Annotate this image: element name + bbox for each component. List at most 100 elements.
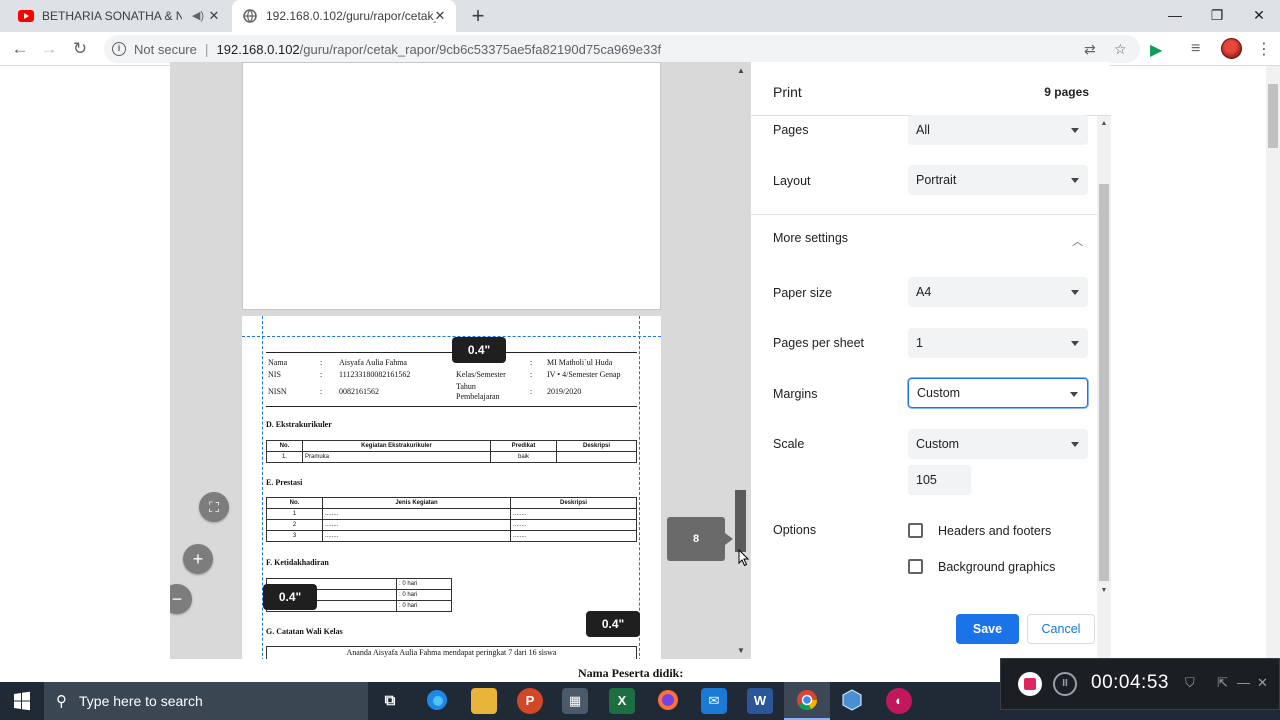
scroll-down-arrow-icon[interactable]: ▼ xyxy=(1097,587,1111,594)
reload-icon[interactable]: ↻ xyxy=(66,36,94,62)
close-tab-icon[interactable]: ✕ xyxy=(206,8,222,24)
pages-select[interactable]: All xyxy=(908,115,1088,145)
table-cell: baik xyxy=(490,451,557,463)
tab-title: 192.168.0.102/guru/rapor/cetak_ xyxy=(266,9,436,23)
pause-record-button[interactable]: II xyxy=(1053,672,1077,696)
panel-scroll-thumb[interactable] xyxy=(1099,184,1109,581)
file-explorer-icon[interactable] xyxy=(471,688,497,714)
url-host: 192.168.0.102 xyxy=(216,41,300,57)
paper-size-label: Paper size xyxy=(773,286,833,300)
close-window-icon[interactable]: ✕ xyxy=(1236,0,1280,30)
page-scrollbar[interactable] xyxy=(1266,66,1280,660)
table-cell xyxy=(556,451,637,463)
media-control-icon[interactable]: ≡ xyxy=(1191,40,1200,58)
table-cell: : 0 hari xyxy=(396,578,452,590)
word-icon[interactable]: W xyxy=(747,688,773,714)
table-row: 3 ........ ........ xyxy=(266,530,637,542)
cancel-button[interactable]: Cancel xyxy=(1027,614,1095,644)
tab-youtube[interactable]: BETHARIA SONATHA & NIA ◀) ✕ xyxy=(8,0,230,32)
excel-icon[interactable]: X xyxy=(609,688,635,714)
screen-recorder-icon[interactable]: ◐ xyxy=(886,688,912,714)
dropdown-caret-icon xyxy=(1071,178,1079,183)
paper-size-select[interactable]: A4 xyxy=(908,277,1088,307)
scale-number-input[interactable]: 105 xyxy=(908,465,971,495)
info-icon[interactable]: i xyxy=(112,42,126,56)
chrome-icon[interactable] xyxy=(794,688,820,714)
dropdown-caret-icon xyxy=(1071,341,1079,346)
headers-footers-checkbox[interactable] xyxy=(908,523,923,538)
menu-kebab-icon[interactable]: ⋮ xyxy=(1256,39,1272,59)
scale-value: Custom xyxy=(916,437,960,451)
more-settings-toggle[interactable]: More settings xyxy=(773,231,848,245)
layout-select[interactable]: Portrait xyxy=(908,165,1088,195)
tab-rapor[interactable]: 192.168.0.102/guru/rapor/cetak_ ✕ xyxy=(232,0,456,32)
back-arrow-icon[interactable]: ← xyxy=(6,36,34,62)
url-text[interactable]: 192.168.0.102/guru/rapor/cetak_rapor/9cb… xyxy=(217,42,662,57)
preview-scrollbar[interactable]: ▲ ▼ xyxy=(732,62,750,659)
profile-avatar[interactable] xyxy=(1221,38,1242,59)
headers-footers-label[interactable]: Headers and footers xyxy=(938,524,1051,538)
table-cell: : 0 hari xyxy=(396,600,452,612)
doc-value-tahun: 2019/2020 xyxy=(547,387,582,396)
preview-scroll-thumb[interactable] xyxy=(735,490,746,552)
powerpoint-icon[interactable]: P xyxy=(517,688,543,714)
scroll-down-arrow-icon[interactable]: ▼ xyxy=(732,646,750,655)
close-tab-icon[interactable]: ✕ xyxy=(432,8,448,24)
minimize-recorder-icon[interactable]: — xyxy=(1237,675,1250,690)
pages-per-sheet-select[interactable]: 1 xyxy=(908,328,1088,358)
pages-label: Pages xyxy=(773,123,809,137)
globe-icon xyxy=(242,8,258,24)
bookmark-star-icon[interactable]: ☆ xyxy=(1114,41,1127,58)
background-graphics-checkbox[interactable] xyxy=(908,559,923,574)
scroll-up-arrow-icon[interactable]: ▲ xyxy=(1097,120,1111,127)
zoom-out-button[interactable]: − xyxy=(170,584,192,614)
store-icon[interactable]: ▦ xyxy=(562,688,588,714)
fit-to-page-icon[interactable]: ⛶ xyxy=(199,492,229,522)
edge-icon[interactable] xyxy=(424,688,450,714)
catatan-text: Ananda Aisyafa Aulia Fahma mendapat peri… xyxy=(346,648,557,657)
background-graphics-label[interactable]: Background graphics xyxy=(938,560,1055,574)
table-cell: ........ xyxy=(510,508,637,520)
youtube-icon xyxy=(18,8,34,24)
print-title: Print xyxy=(773,84,802,100)
translate-icon[interactable]: ⇄ xyxy=(1084,41,1096,58)
margins-select[interactable]: Custom xyxy=(908,378,1088,408)
doc-section-e: E. Prestasi xyxy=(266,478,303,487)
pages-per-sheet-label: Pages per sheet xyxy=(773,336,865,350)
margin-guide-right[interactable] xyxy=(639,316,640,659)
screen-recorder-widget: II 00:04:53 ⛉ ⇱ — ✕ xyxy=(1000,658,1280,710)
prestasi-table: No. Jenis Kegiatan Deskripsi 1 ........ … xyxy=(266,497,637,542)
popout-icon[interactable]: ⇱ xyxy=(1217,675,1228,691)
margin-guide-top[interactable] xyxy=(242,336,661,337)
table-header: No. xyxy=(266,440,303,452)
doc-section-f: F. Ketidakhadiran xyxy=(266,558,329,567)
table-cell: 1. xyxy=(266,451,303,463)
forward-arrow-icon[interactable]: → xyxy=(35,36,63,62)
new-tab-button[interactable]: + xyxy=(466,4,490,28)
restore-icon[interactable]: ❐ xyxy=(1194,0,1240,30)
scale-select[interactable]: Custom xyxy=(908,429,1088,459)
dropdown-caret-icon xyxy=(1071,128,1079,133)
virtualbox-icon[interactable] xyxy=(839,688,865,714)
speaker-icon[interactable]: ◀) xyxy=(192,9,204,22)
close-recorder-icon[interactable]: ✕ xyxy=(1257,675,1268,691)
taskbar-search[interactable]: ⚲ Type here to search xyxy=(44,682,368,720)
chevron-up-icon[interactable]: ︿ xyxy=(1072,233,1083,249)
doc-label-nis: NIS xyxy=(268,370,281,379)
mail-icon[interactable]: ✉ xyxy=(701,688,727,714)
play-extension-icon[interactable]: ▶ xyxy=(1150,40,1162,60)
save-button[interactable]: Save xyxy=(956,614,1019,644)
firefox-icon[interactable] xyxy=(655,688,681,714)
windows-start-icon[interactable] xyxy=(0,682,44,720)
table-cell: ........ xyxy=(322,530,511,542)
zoom-in-button[interactable]: + xyxy=(183,544,213,574)
shield-icon[interactable]: ⛉ xyxy=(1185,675,1195,691)
task-view-icon[interactable]: ⧉ xyxy=(377,688,403,714)
page-scroll-thumb[interactable] xyxy=(1268,84,1278,148)
address-bar[interactable]: i Not secure | 192.168.0.102/guru/rapor/… xyxy=(104,35,1140,63)
page-count: 9 pages xyxy=(1044,85,1089,99)
scroll-up-arrow-icon[interactable]: ▲ xyxy=(732,66,750,75)
minimize-icon[interactable]: — xyxy=(1152,0,1198,30)
margins-label: Margins xyxy=(773,387,818,401)
stop-record-button[interactable] xyxy=(1018,672,1042,696)
